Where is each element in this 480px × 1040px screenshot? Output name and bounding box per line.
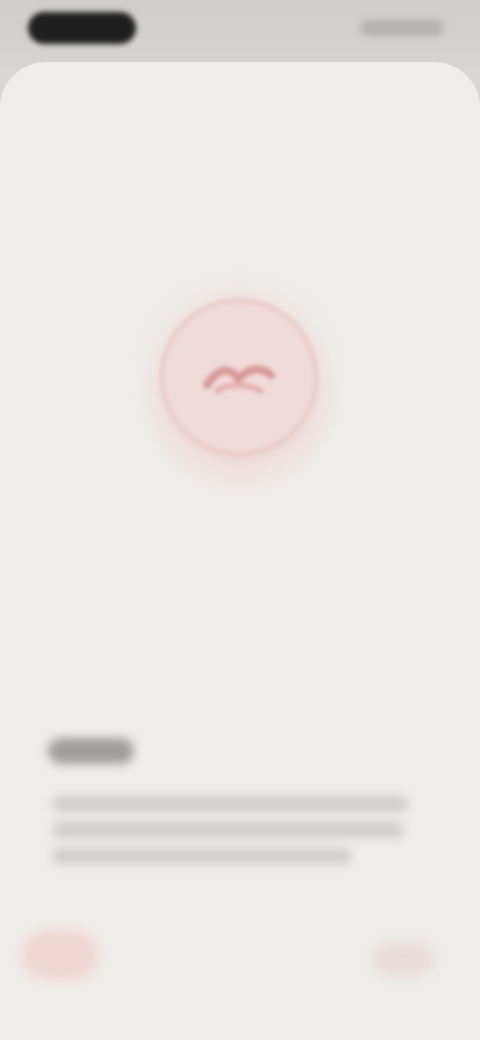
onboarding-description-line xyxy=(52,848,352,864)
onboarding-description-line xyxy=(52,822,404,838)
next-button[interactable] xyxy=(372,942,434,976)
hand-wave-icon xyxy=(203,365,275,394)
onboarding-description-line xyxy=(52,796,408,812)
time-indicator xyxy=(28,12,136,44)
status-bar xyxy=(0,0,480,70)
status-icons xyxy=(360,20,444,36)
hero-icon-circle xyxy=(164,302,314,452)
skip-button[interactable] xyxy=(22,930,98,980)
onboarding-title xyxy=(48,738,134,764)
onboarding-sheet xyxy=(0,62,480,1040)
